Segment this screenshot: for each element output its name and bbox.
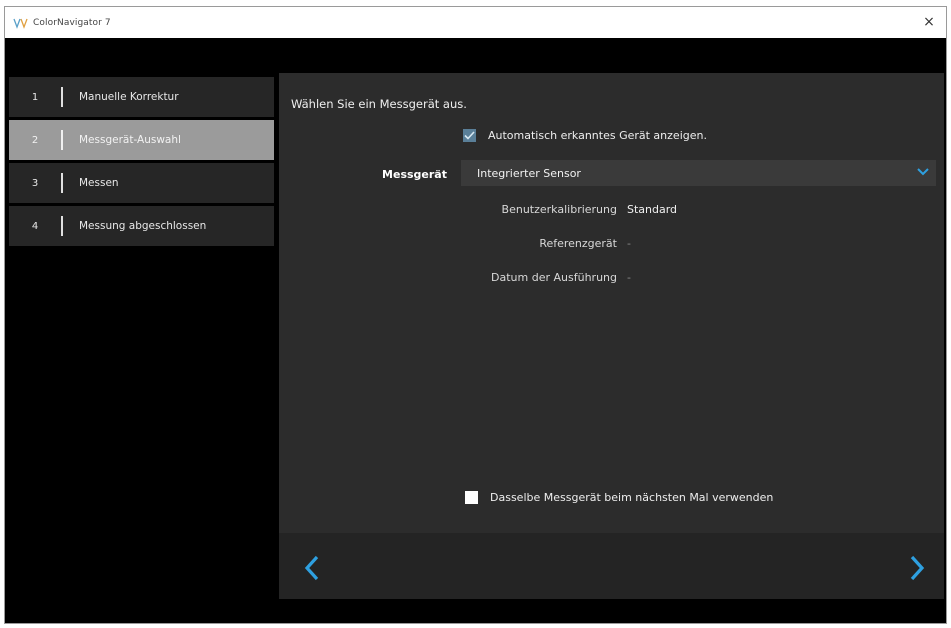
step-label: Messgerät-Auswahl: [79, 134, 181, 146]
step-measurement-complete[interactable]: 4 Messung abgeschlossen: [9, 206, 274, 246]
auto-detect-option[interactable]: Automatisch erkanntes Gerät anzeigen.: [463, 129, 707, 142]
step-number: 1: [31, 91, 39, 103]
step-device-selection[interactable]: 2 Messgerät-Auswahl: [9, 120, 274, 160]
next-button[interactable]: [904, 553, 930, 583]
previous-button[interactable]: [299, 553, 325, 583]
app-window: ColorNavigator 7 × 1 Manuelle Korrektur …: [4, 6, 947, 624]
chevron-left-icon: [304, 555, 319, 581]
chevron-right-icon: [910, 555, 925, 581]
auto-detect-checkbox[interactable]: [463, 129, 476, 142]
step-manual-correction[interactable]: 1 Manuelle Korrektur: [9, 77, 274, 117]
step-divider: [61, 173, 63, 193]
device-dropdown-value: Integrierter Sensor: [477, 166, 581, 180]
close-icon: ×: [923, 14, 935, 30]
step-number: 4: [31, 220, 39, 232]
wizard-navigation: [279, 533, 944, 599]
step-number: 3: [31, 177, 39, 189]
step-label: Messung abgeschlossen: [79, 220, 207, 232]
window-title: ColorNavigator 7: [33, 17, 111, 28]
device-label: Messgerät: [382, 168, 447, 181]
step-divider: [61, 216, 63, 236]
execution-date-value: -: [627, 271, 631, 284]
step-divider: [61, 87, 63, 107]
user-calibration-label: Benutzerkalibrierung: [501, 203, 617, 216]
execution-date-label: Datum der Ausführung: [491, 271, 617, 284]
step-number: 2: [31, 134, 39, 146]
step-measure[interactable]: 3 Messen: [9, 163, 274, 203]
same-device-option[interactable]: Dasselbe Messgerät beim nächsten Mal ver…: [465, 491, 773, 504]
step-label: Messen: [79, 177, 119, 189]
step-sidebar: 1 Manuelle Korrektur 2 Messgerät-Auswahl…: [9, 77, 274, 249]
instruction-text: Wählen Sie ein Messgerät aus.: [291, 97, 467, 111]
device-dropdown[interactable]: Integrierter Sensor: [461, 160, 936, 186]
colornavigator-logo-icon: [13, 16, 29, 30]
same-device-label: Dasselbe Messgerät beim nächsten Mal ver…: [490, 491, 774, 504]
step-divider: [61, 130, 63, 150]
close-button[interactable]: ×: [918, 12, 940, 32]
device-selection-panel: Wählen Sie ein Messgerät aus. Automatisc…: [279, 73, 944, 533]
chevron-down-icon: [917, 168, 929, 176]
auto-detect-label: Automatisch erkanntes Gerät anzeigen.: [488, 129, 707, 142]
reference-device-label: Referenzgerät: [539, 237, 617, 250]
step-label: Manuelle Korrektur: [79, 91, 179, 103]
user-calibration-value: Standard: [627, 203, 678, 216]
title-bar: ColorNavigator 7 ×: [5, 7, 946, 38]
reference-device-value: -: [627, 237, 631, 250]
checkmark-icon: [464, 131, 475, 140]
same-device-checkbox[interactable]: [465, 491, 478, 504]
